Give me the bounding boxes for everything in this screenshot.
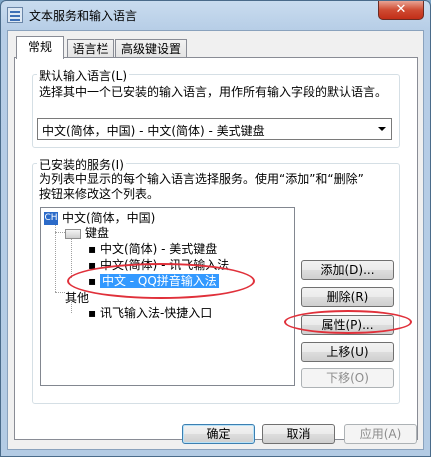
cancel-button[interactable]: 取消 — [262, 424, 335, 444]
move-down-button[interactable]: 下移(O) — [301, 368, 394, 388]
add-button[interactable]: 添加(D)... — [301, 260, 394, 280]
tree-connector — [55, 232, 65, 233]
title-bar[interactable]: 文本服务和输入语言 ✕ — [1, 1, 430, 29]
installed-services-description-1: 为列表中显示的每个输入语言选择服务。使用“添加”和“删除” — [39, 172, 364, 186]
default-language-value: 中文(简体，中国) - 中文(简体) - 美式键盘 — [42, 124, 265, 138]
tree-node-other[interactable]: 其他 — [65, 290, 89, 306]
keyboard-icon — [65, 228, 81, 239]
move-up-button[interactable]: 上移(U) — [301, 342, 394, 362]
default-language-select[interactable]: 中文(简体，中国) - 中文(简体) - 美式键盘 — [37, 118, 392, 140]
tree-item-label: 中文(简体) - 美式键盘 — [99, 242, 218, 256]
keyboard-settings-icon — [7, 7, 23, 23]
tree-connector — [71, 238, 72, 278]
tab-language-bar[interactable]: 语言栏 — [67, 39, 114, 58]
remove-button[interactable]: 删除(R) — [301, 287, 394, 307]
tree-item-xunfei-shortcut[interactable]: ▪ 讯飞输入法-快捷入口 — [88, 305, 212, 321]
bullet-icon: ▪ — [88, 306, 100, 320]
dialog-window: 文本服务和输入语言 ✕ 常规 语言栏 高级键设置 默认输入语言(L) 选择其中一… — [0, 0, 431, 457]
tree-node-other-label: 其他 — [65, 291, 90, 305]
tree-node-language-label: 中文(简体，中国) — [62, 211, 156, 225]
ok-button[interactable]: 确定 — [182, 424, 255, 444]
window-title: 文本服务和输入语言 — [29, 9, 138, 23]
tree-item-label: 讯飞输入法-快捷入口 — [99, 306, 213, 320]
annotation-ellipse-properties — [284, 310, 412, 334]
bullet-icon: ▪ — [88, 242, 100, 256]
tree-node-keyboard[interactable]: 键盘 — [65, 225, 109, 241]
installed-services-legend: 已安装的服务(I) — [37, 156, 126, 173]
default-language-description: 选择其中一个已安装的输入语言，用作所有输入字段的默认语言。 — [39, 85, 388, 99]
chevron-down-icon[interactable] — [378, 127, 386, 131]
close-button[interactable]: ✕ — [378, 1, 424, 20]
language-ch-icon: CH — [44, 212, 58, 225]
tree-node-keyboard-label: 键盘 — [85, 226, 110, 240]
tree-item-us-keyboard[interactable]: ▪ 中文(简体) - 美式键盘 — [88, 241, 217, 257]
apply-button[interactable]: 应用(A) — [344, 424, 417, 444]
tab-advanced-key-settings[interactable]: 高级键设置 — [115, 39, 187, 58]
tree-connector — [55, 292, 65, 293]
default-language-legend: 默认输入语言(L) — [37, 67, 130, 84]
annotation-ellipse-qq — [67, 263, 255, 299]
installed-services-description-2: 按钮来修改这个列表。 — [39, 187, 160, 201]
tree-node-language[interactable]: CH 中文(简体，中国) — [44, 210, 155, 226]
tab-general[interactable]: 常规 — [16, 36, 64, 59]
